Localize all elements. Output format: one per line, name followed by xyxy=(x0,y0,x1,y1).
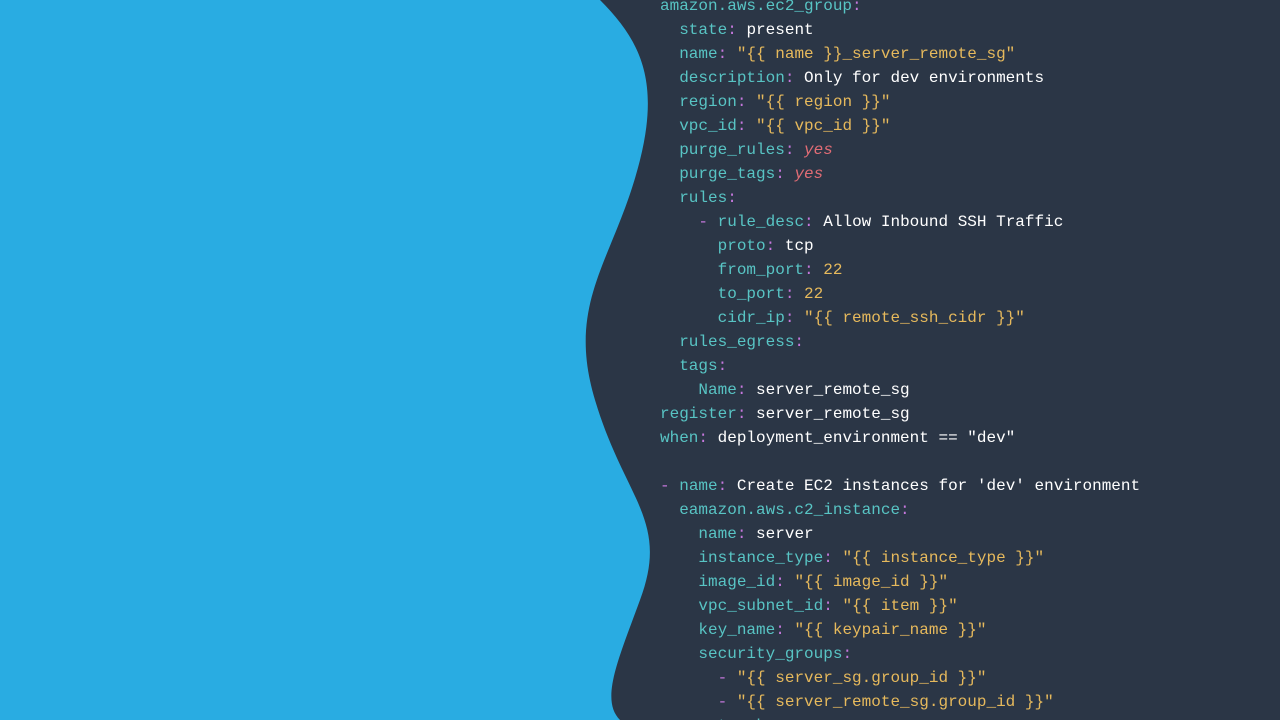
code-panel: amazon.aws.ec2_group: state: present nam… xyxy=(610,0,1280,720)
slide-title: Create an AWS EC2 Instance xyxy=(78,200,434,458)
slide-stage: amazon.aws.ec2_group: state: present nam… xyxy=(0,0,1280,720)
marker-underline-icon xyxy=(80,548,440,588)
code-block: amazon.aws.ec2_group: state: present nam… xyxy=(660,0,1260,720)
title-line-3: Instance xyxy=(78,369,395,460)
title-line-2: AWS EC2 xyxy=(78,283,433,374)
slide-footer: Ansible xyxy=(80,632,188,671)
title-line-1: Create an xyxy=(78,197,434,288)
slide-subheading: Amazon Web Services xyxy=(80,108,434,150)
